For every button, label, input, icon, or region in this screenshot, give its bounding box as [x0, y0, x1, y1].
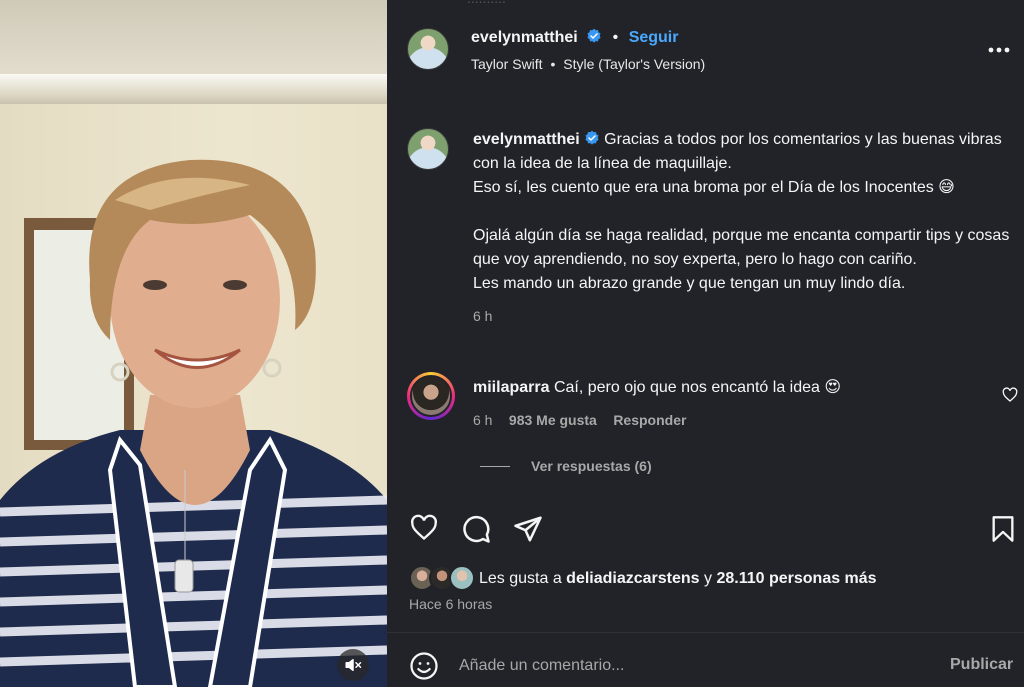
mute-toggle-button[interactable] — [337, 649, 369, 681]
caption-username[interactable]: evelynmatthei — [473, 131, 580, 148]
liker-avatar — [449, 565, 475, 591]
commenter-avatar[interactable] — [407, 372, 455, 420]
post-details-panel: .......... evelynmatthei • Seguir Taylor… — [387, 0, 1024, 687]
emoji-picker-button[interactable] — [409, 651, 439, 686]
post-video[interactable] — [0, 0, 387, 687]
comment-button[interactable] — [461, 514, 491, 549]
comment-input[interactable] — [459, 652, 929, 680]
video-person-figure — [0, 159, 387, 687]
more-options-button[interactable] — [987, 38, 1011, 62]
emoji-icon — [410, 652, 438, 680]
music-track: Style (Taylor's Version) — [563, 56, 706, 72]
likes-user-link[interactable]: deliadiazcarstens — [566, 570, 699, 587]
view-replies-button[interactable]: Ver respuestas (6) — [531, 458, 652, 474]
more-options-icon — [988, 47, 1010, 53]
muted-speaker-icon — [345, 659, 362, 671]
verified-badge-icon — [587, 28, 601, 43]
caption-timestamp[interactable]: 6 h — [473, 304, 1021, 328]
header-separator: • — [612, 29, 619, 46]
music-attribution[interactable]: Taylor Swift • Style (Taylor's Version) — [471, 56, 705, 72]
post-header: evelynmatthei • Seguir Taylor Swift • St… — [387, 0, 1024, 100]
heart-icon — [411, 514, 437, 541]
bookmark-icon — [992, 516, 1014, 542]
comment-likes-count[interactable]: 983 Me gusta — [509, 412, 597, 428]
share-button[interactable] — [513, 514, 543, 549]
save-button[interactable] — [989, 514, 1017, 549]
likes-prefix: Les gusta a — [479, 570, 567, 587]
caption-line-2: Eso sí, les cuento que era una broma por… — [473, 179, 955, 196]
author-username[interactable]: evelynmatthei — [471, 29, 578, 46]
music-separator: • — [550, 56, 556, 72]
author-line: evelynmatthei • Seguir — [471, 28, 678, 47]
likes-summary: Les gusta a deliadiazcarstens y 28.110 p… — [479, 567, 877, 591]
comment-icon — [463, 515, 490, 543]
comment-like-button[interactable] — [1002, 387, 1018, 408]
replies-divider — [480, 466, 510, 467]
follow-button[interactable]: Seguir — [629, 29, 679, 46]
comment-timestamp[interactable]: 6 h — [473, 412, 492, 428]
comment-text: Caí, pero ojo que nos encantó la idea 😍 — [553, 379, 842, 396]
caption-line-3: Ojalá algún día se haga realidad, porque… — [473, 227, 1010, 268]
composer-divider — [387, 632, 1024, 633]
verified-badge-icon — [585, 130, 599, 145]
commenter-username[interactable]: miilaparra — [473, 379, 549, 396]
likes-count-link[interactable]: 28.110 personas más — [716, 570, 876, 587]
comment-meta: 6 h 983 Me gusta Responder — [473, 412, 686, 430]
post-caption: evelynmatthei Gracias a todos por los co… — [473, 128, 1021, 328]
comment-item: miilaparra Caí, pero ojo que nos encantó… — [473, 376, 993, 400]
liker-avatars[interactable] — [409, 565, 475, 591]
post-timestamp[interactable]: Hace 6 horas — [409, 596, 492, 612]
reply-button[interactable]: Responder — [613, 412, 686, 428]
like-button[interactable] — [409, 514, 439, 547]
music-artist: Taylor Swift — [471, 56, 543, 72]
small-heart-icon — [1002, 387, 1018, 402]
caption-line-4: Les mando un abrazo grande y que tengan … — [473, 275, 906, 292]
publish-button[interactable]: Publicar — [950, 656, 1013, 674]
share-icon — [514, 516, 542, 542]
caption-author-avatar[interactable] — [407, 128, 449, 170]
likes-middle: y — [699, 570, 717, 587]
author-avatar[interactable] — [407, 28, 449, 70]
